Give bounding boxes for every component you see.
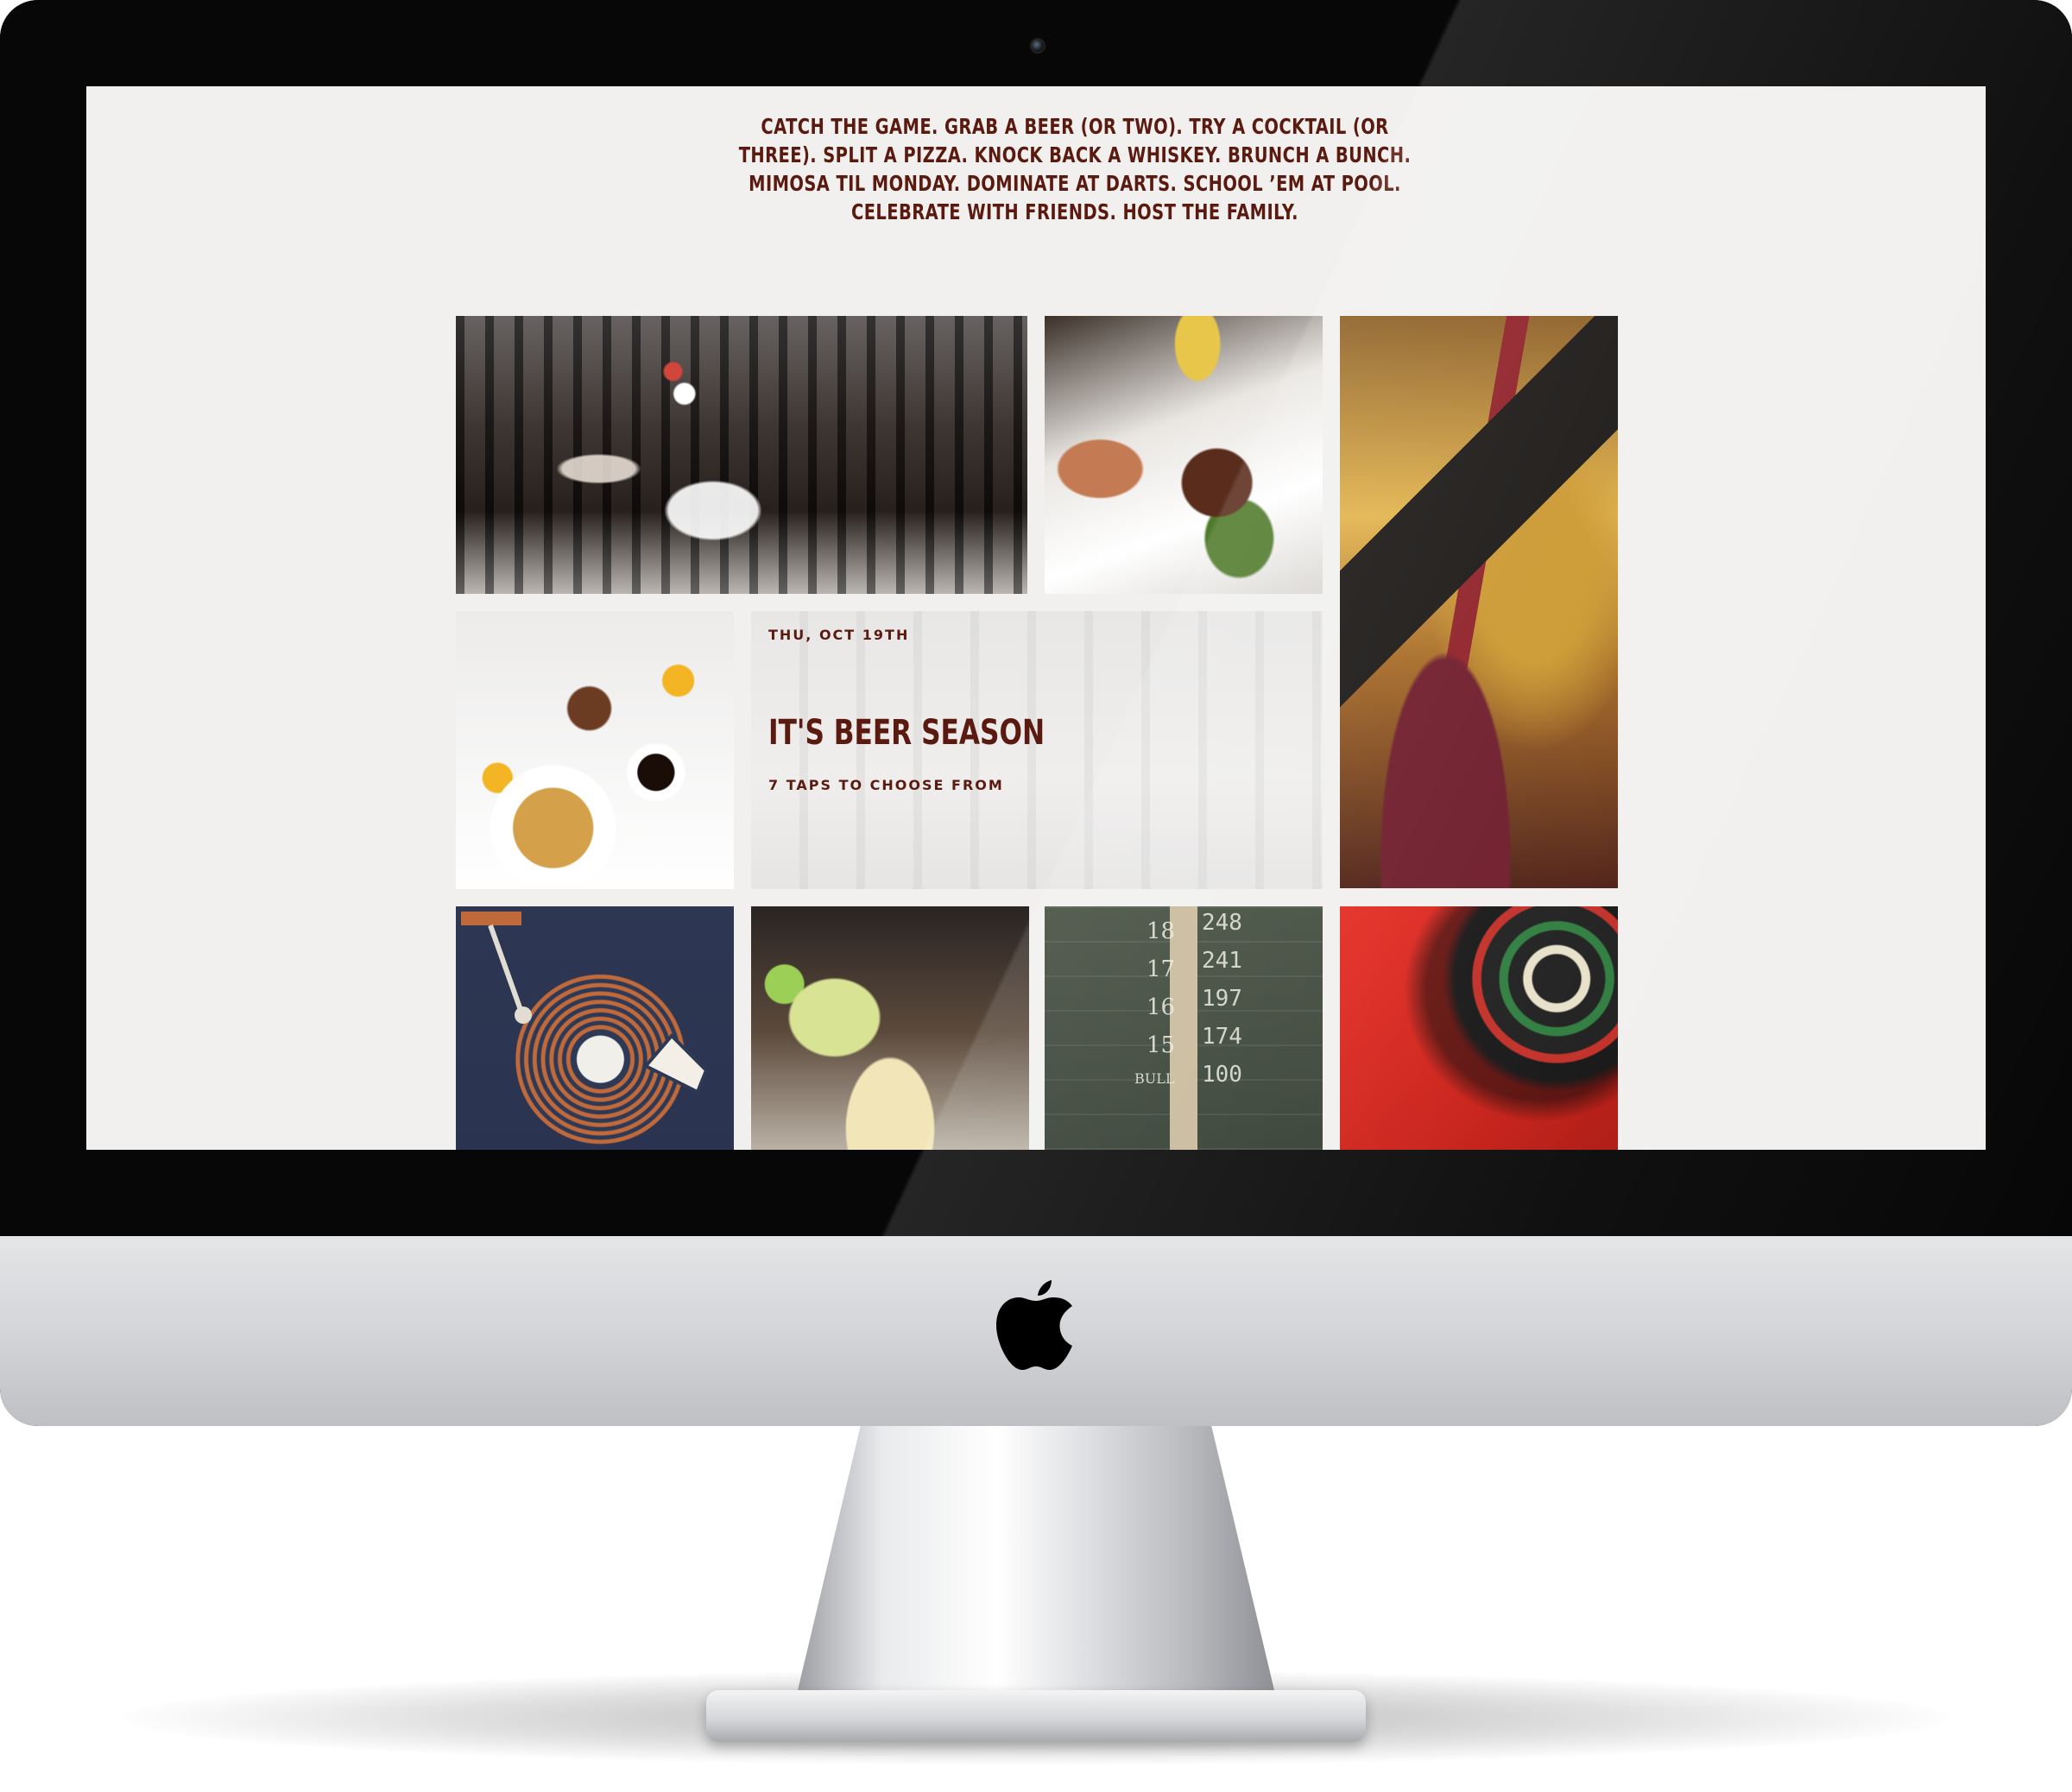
chalk-number: 18 <box>1147 918 1176 944</box>
gallery-tile-record-poster[interactable] <box>456 906 734 1150</box>
event-title: IT'S BEER SEASON <box>768 713 1045 753</box>
chalk-label: BULL <box>1134 1070 1175 1087</box>
chalk-number: 15 <box>1147 1032 1176 1058</box>
event-subtitle: 7 TAPS TO CHOOSE FROM <box>768 777 1004 793</box>
chalk-score: 241 <box>1202 948 1242 974</box>
gallery-tile-crowd[interactable] <box>456 316 1027 594</box>
chalk-score: 174 <box>1202 1024 1242 1050</box>
website-viewport: CATCH THE GAME. GRAB A BEER (OR TWO). TR… <box>86 86 1986 1150</box>
gallery-tile-chalkboard[interactable]: 18 17 16 15 BULL 248 241 197 174 100 <box>1045 906 1323 1150</box>
gallery-tile-darts[interactable] <box>1340 906 1618 1150</box>
event-date: THU, OCT 19TH <box>768 627 910 643</box>
record-poster-art <box>461 912 709 1095</box>
event-card[interactable]: THU, OCT 19TH IT'S BEER SEASON 7 TAPS TO… <box>751 611 1323 889</box>
gallery-tile-breakfast[interactable] <box>456 611 734 889</box>
stand-base <box>706 1690 1366 1742</box>
page-tagline: CATCH THE GAME. GRAB A BEER (OR TWO). TR… <box>738 114 1412 224</box>
chalk-number: 17 <box>1147 956 1176 982</box>
imac-mockup: CATCH THE GAME. GRAB A BEER (OR TWO). TR… <box>0 0 2072 1792</box>
webcam-icon <box>1030 38 1045 54</box>
monitor: CATCH THE GAME. GRAB A BEER (OR TWO). TR… <box>0 0 2072 1426</box>
gallery-tile-cocktail[interactable] <box>751 906 1029 1150</box>
chalk-score: 197 <box>1202 986 1242 1012</box>
chalk-score: 100 <box>1202 1062 1242 1088</box>
gallery-tile-wine[interactable] <box>1340 316 1618 888</box>
chalk-number: 16 <box>1147 994 1176 1020</box>
stand-neck <box>794 1420 1278 1705</box>
chalk-score: 248 <box>1202 910 1242 936</box>
apple-logo-icon <box>996 1280 1072 1370</box>
gallery-tile-steak[interactable] <box>1045 316 1323 594</box>
